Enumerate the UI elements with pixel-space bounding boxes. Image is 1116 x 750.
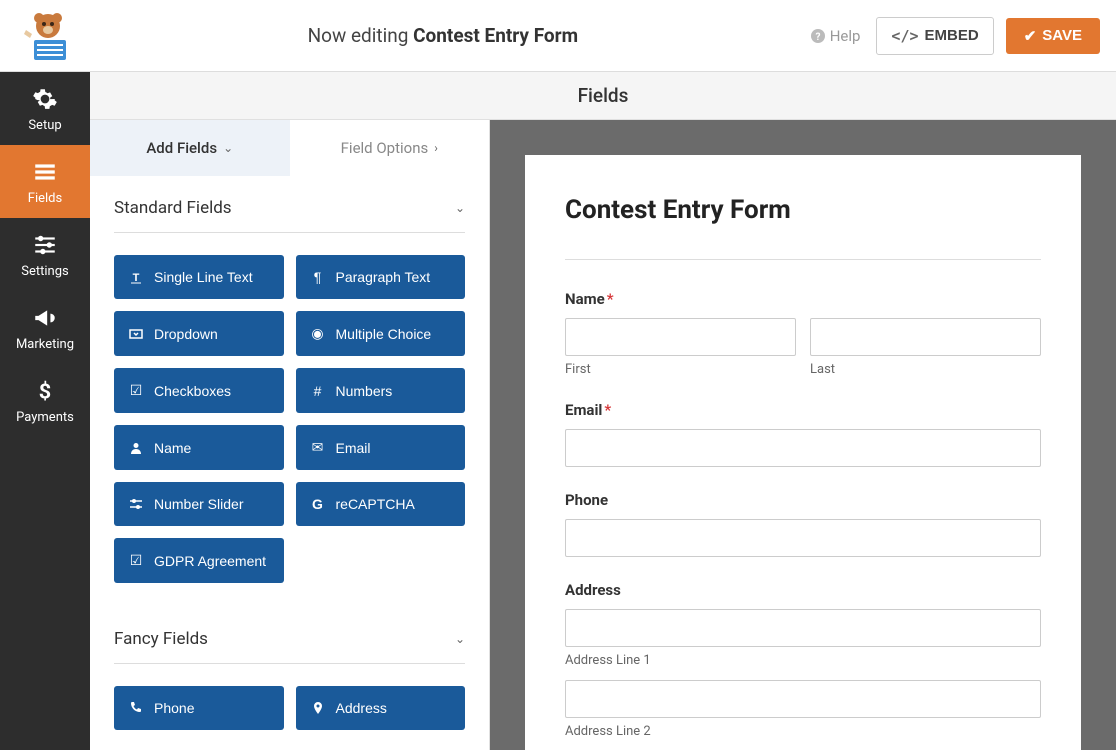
sidebar-item-fields[interactable]: Fields: [0, 145, 90, 218]
field-numbers[interactable]: #Numbers: [296, 368, 466, 413]
text-icon: T: [128, 270, 144, 284]
save-button[interactable]: ✔ SAVE: [1006, 18, 1100, 54]
group-standard-fields[interactable]: Standard Fields ⌄: [114, 176, 465, 233]
field-single-line-text[interactable]: TSingle Line Text: [114, 255, 284, 299]
addr1-sublabel: Address Line 1: [565, 653, 1041, 668]
gear-icon: [32, 86, 58, 112]
slider-icon: [128, 497, 144, 511]
first-sublabel: First: [565, 362, 796, 377]
chevron-down-icon: ⌄: [223, 141, 233, 155]
last-sublabel: Last: [810, 362, 1041, 377]
group-fancy-fields[interactable]: Fancy Fields ⌄: [114, 607, 465, 664]
sidebar-item-settings[interactable]: Settings: [0, 218, 90, 291]
form-icon: [32, 159, 58, 185]
address-line1-input[interactable]: [565, 609, 1041, 647]
field-address[interactable]: Address: [296, 686, 466, 730]
field-name[interactable]: Name: [114, 425, 284, 470]
section-title: Fields: [90, 72, 1116, 120]
field-number-slider[interactable]: Number Slider: [114, 482, 284, 526]
embed-button[interactable]: </> EMBED: [876, 17, 993, 55]
page-title: Now editing Contest Entry Form: [76, 24, 810, 47]
pin-icon: [310, 701, 326, 715]
form-divider: [565, 259, 1041, 260]
sidebar-item-marketing[interactable]: Marketing: [0, 291, 90, 364]
field-email[interactable]: ✉Email: [296, 425, 466, 470]
svg-text:?: ?: [815, 32, 820, 43]
field-paragraph-text[interactable]: ¶Paragraph Text: [296, 255, 466, 299]
checkbox-icon: ☑: [128, 382, 144, 399]
phone-label: Phone: [565, 491, 1041, 509]
chevron-down-icon: ⌄: [455, 201, 465, 215]
last-name-input[interactable]: [810, 318, 1041, 356]
dropdown-icon: [128, 327, 144, 341]
email-input[interactable]: [565, 429, 1041, 467]
main-sidebar: Setup Fields Settings Marketing $ Paymen…: [0, 72, 90, 750]
radio-icon: ◉: [310, 325, 326, 342]
field-recaptcha[interactable]: GreCAPTCHA: [296, 482, 466, 526]
envelope-icon: ✉: [310, 439, 326, 456]
bullhorn-icon: [32, 305, 58, 331]
field-phone[interactable]: Phone: [114, 686, 284, 730]
help-icon: ?: [810, 28, 826, 44]
sidebar-item-setup[interactable]: Setup: [0, 72, 90, 145]
tab-add-fields[interactable]: Add Fields ⌄: [90, 120, 290, 176]
help-link[interactable]: ? Help: [810, 27, 861, 45]
first-name-input[interactable]: [565, 318, 796, 356]
phone-input[interactable]: [565, 519, 1041, 557]
sliders-icon: [32, 232, 58, 258]
name-label: Name*: [565, 290, 1041, 308]
field-multiple-choice[interactable]: ◉Multiple Choice: [296, 311, 466, 356]
field-checkboxes[interactable]: ☑Checkboxes: [114, 368, 284, 413]
check-icon: ✔: [1024, 27, 1037, 45]
checkbox-icon: ☑: [128, 552, 144, 569]
address-line2-input[interactable]: [565, 680, 1041, 718]
addr2-sublabel: Address Line 2: [565, 724, 1041, 739]
paragraph-icon: ¶: [310, 269, 326, 285]
svg-text:T: T: [133, 272, 140, 284]
address-label: Address: [565, 581, 1041, 599]
form-preview: Contest Entry Form Name* First: [525, 155, 1081, 750]
code-icon: </>: [891, 27, 918, 45]
email-label: Email*: [565, 401, 1041, 419]
dollar-icon: $: [32, 378, 58, 404]
chevron-down-icon: ⌄: [455, 632, 465, 646]
hash-icon: #: [310, 383, 326, 399]
field-dropdown[interactable]: Dropdown: [114, 311, 284, 356]
form-title: Contest Entry Form: [565, 195, 1041, 225]
google-icon: G: [310, 496, 326, 512]
svg-text:$: $: [39, 380, 51, 404]
user-icon: [128, 441, 144, 455]
phone-icon: [128, 701, 144, 715]
chevron-right-icon: ›: [434, 141, 438, 155]
app-logo[interactable]: [20, 8, 76, 64]
field-gdpr[interactable]: ☑GDPR Agreement: [114, 538, 284, 583]
sidebar-item-payments[interactable]: $ Payments: [0, 364, 90, 437]
tab-field-options[interactable]: Field Options ›: [290, 120, 490, 176]
